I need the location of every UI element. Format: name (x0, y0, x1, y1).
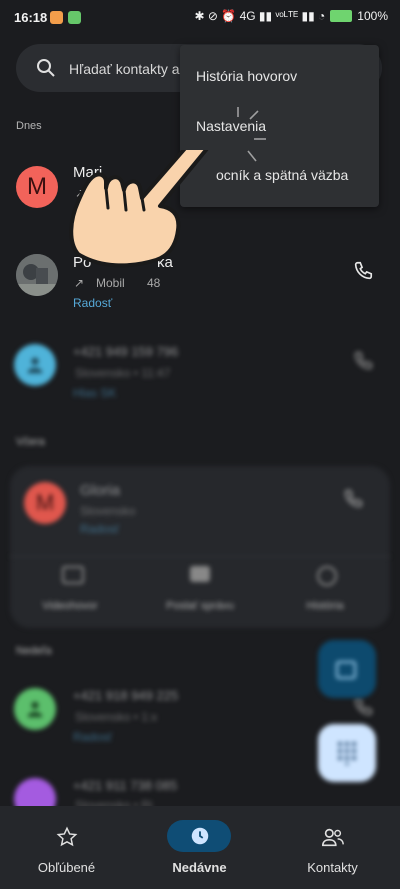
phone-icon[interactable] (342, 488, 364, 510)
video-icon (62, 566, 84, 584)
avatar-initial: M (27, 173, 47, 200)
clock-icon (191, 827, 209, 845)
nav-label: Obľúbené (37, 860, 96, 875)
nav-recent[interactable]: Nedávne (133, 816, 266, 886)
call-name: +421 949 159 796 (73, 344, 179, 359)
search-icon (37, 59, 55, 77)
avatar: M (16, 166, 58, 208)
battery-icon (330, 10, 353, 22)
history-icon (317, 566, 337, 586)
section-older: Včera (16, 436, 45, 448)
status-icons: ✱ ⊘ ⏰ 4G ▮▮ ᵛᵒᴸᵀᴱ ▮▮ ◔ (194, 9, 326, 23)
notification-app-icon (50, 11, 63, 24)
action-label: Poslať správu (166, 600, 234, 612)
pointing-hand-icon (69, 150, 209, 268)
message-icon (190, 566, 210, 582)
video-icon (336, 661, 356, 679)
avatar (16, 254, 58, 296)
section-later: Nedeľa (16, 645, 52, 657)
call-name: +421 911 738 085 (73, 778, 178, 793)
person-icon (27, 701, 43, 718)
action-label: História (306, 600, 344, 612)
call-subtitle: Mobil (96, 276, 125, 290)
nav-label: Kontakty (307, 860, 358, 875)
call-tag[interactable]: Radosť (73, 296, 112, 310)
video-call-fab[interactable] (318, 640, 376, 698)
dialpad-fab[interactable] (318, 724, 376, 782)
section-today: Dnes (16, 120, 42, 132)
call-subtitle: Slovensko • 1:x (75, 710, 158, 724)
contacts-icon (322, 828, 344, 847)
card-divider (10, 556, 390, 557)
call-row[interactable]: +421 949 159 796 Slovensko • 11:47 Hlas … (0, 338, 400, 408)
nav-contacts[interactable]: Kontakty (266, 816, 399, 886)
call-tag[interactable]: Radosť (73, 730, 112, 744)
bottom-navigation: Obľúbené Nedávne Kontakty (0, 806, 400, 889)
avatar: M (24, 482, 66, 524)
call-subtitle: Slovensko (80, 504, 136, 518)
person-icon (27, 357, 43, 374)
status-indicators: ✱ ⊘ ⏰ 4G ▮▮ ᵛᵒᴸᵀᴱ ▮▮ ◔ 100% (195, 9, 388, 23)
avatar (14, 344, 56, 386)
status-bar: 16:18 ✱ ⊘ ⏰ 4G ▮▮ ᵛᵒᴸᵀᴱ ▮▮ ◔ 100% (0, 0, 400, 34)
star-icon (56, 826, 78, 847)
call-direction-icon: ↗ (74, 276, 85, 290)
call-tag[interactable]: Hlas SK (73, 386, 116, 400)
call-subtitle: Slovensko • 11:47 (75, 366, 171, 380)
call-name: +421 918 949 225 (73, 688, 179, 703)
phone-icon[interactable] (352, 350, 374, 372)
avatar-photo (16, 254, 58, 296)
dialpad-icon (338, 742, 356, 765)
battery-percent: 100% (357, 9, 388, 23)
call-subtitle-end: 48 (147, 276, 161, 290)
avatar (14, 688, 56, 730)
phone-icon[interactable] (352, 260, 374, 282)
phone-icon[interactable] (352, 696, 374, 718)
menu-item-call-history[interactable]: História hovorov (196, 68, 297, 84)
search-placeholder: Hľadať kontakty a (69, 61, 180, 77)
expanded-call-content: M Gloria Slovensko Radosť Videohovor Pos… (10, 466, 390, 628)
nav-label: Nedávne (172, 860, 227, 875)
action-label: Videohovor (42, 600, 98, 612)
nav-favorites[interactable]: Obľúbené (0, 816, 133, 886)
call-name: Gloria (80, 482, 121, 499)
status-time: 16:18 (14, 10, 48, 25)
notification-chat-icon (68, 11, 81, 24)
avatar-initial: M (35, 490, 55, 515)
call-tag[interactable]: Radosť (80, 522, 119, 536)
